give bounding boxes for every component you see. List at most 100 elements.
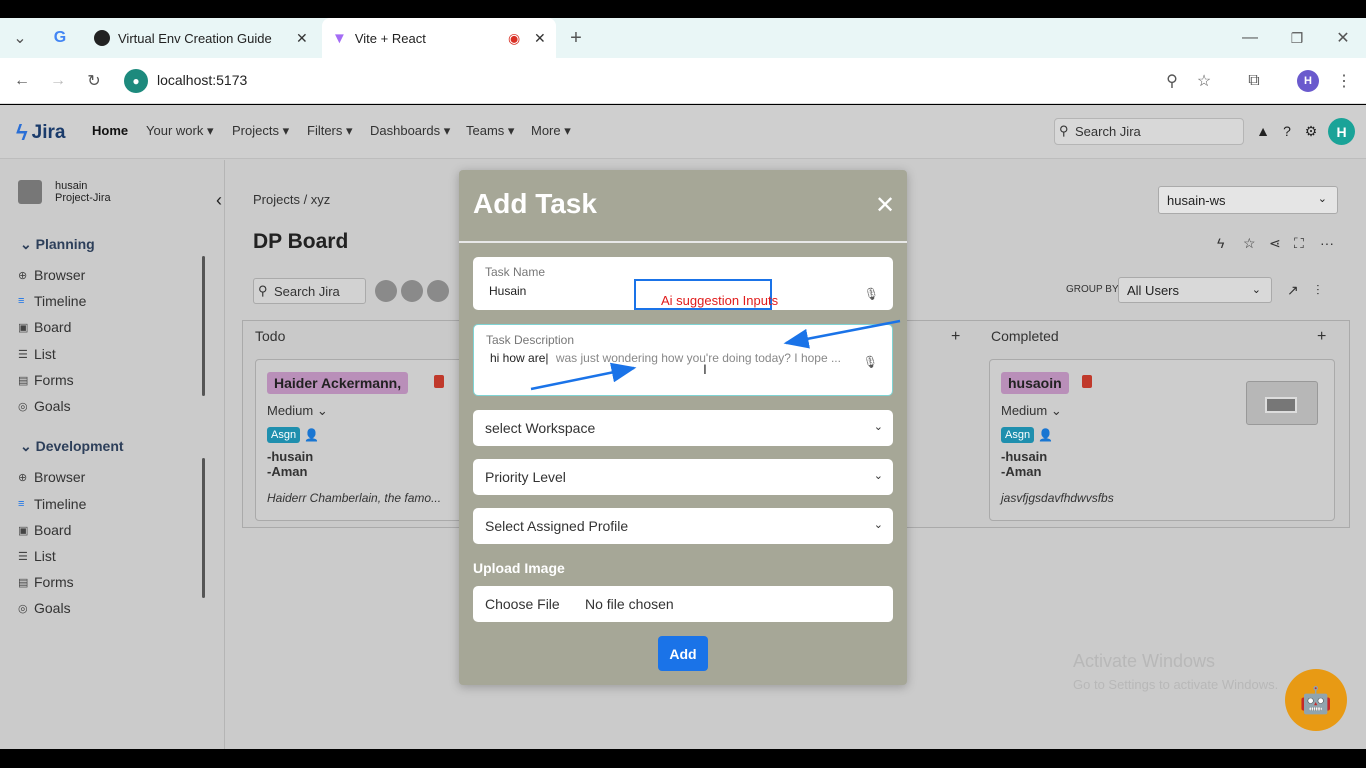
url-field[interactable]: localhost:5173 [157,72,247,88]
close-tab-icon[interactable]: ✕ [296,30,308,47]
share-icon[interactable]: ⋖ [1269,235,1281,252]
group-by-select[interactable]: All Users ⌄ [1118,277,1272,303]
choose-file-button[interactable]: Choose File [485,596,560,612]
sidebar-item-board[interactable]: ▣ Board [18,522,71,538]
nav-home[interactable]: Home [92,123,128,138]
nav-teams[interactable]: Teams ▾ [466,123,514,139]
page-title: DP Board [253,230,349,253]
task-name-value[interactable]: Husain [489,284,526,298]
task-card[interactable]: Haider Ackermann, Medium ⌄ Asgn 👤 -husai… [255,359,487,521]
sidebar-item-browser[interactable]: ⊕ Browser [18,469,85,485]
tab-list-chevron-icon[interactable]: ⌄ [8,26,32,50]
more-options-icon[interactable]: ··· [1320,235,1334,251]
select-placeholder: Priority Level [485,469,566,485]
ai-suggestion-text[interactable]: was just wondering how you're doing toda… [556,351,841,365]
list-icon: ☰ [18,550,28,563]
sidebar-collapse-icon[interactable]: ‹ [216,190,222,211]
google-tab-icon[interactable]: G [48,26,72,50]
file-input[interactable]: Choose File No file chosen [473,586,893,622]
add-task-button[interactable]: Add [658,636,708,671]
card-image-thumbnail[interactable] [1246,381,1318,425]
sidebar-item-forms[interactable]: ▤ Forms [18,372,74,388]
member-avatar[interactable] [427,280,449,302]
priority-dropdown[interactable]: Medium ⌄ [1001,403,1062,419]
jira-logo[interactable]: ϟ Jira [16,120,65,146]
nav-filters[interactable]: Filters ▾ [307,123,353,139]
breadcrumb[interactable]: Projects / xyz [253,192,330,207]
tab-virtual-env[interactable]: Virtual Env Creation Guide ✕ [90,18,320,58]
sidebar-item-board[interactable]: ▣ Board [18,319,71,335]
sidebar-item-goals[interactable]: ◎ Goals [18,398,71,414]
delete-trash-icon[interactable] [434,375,444,388]
assign-badge[interactable]: Asgn [267,427,301,443]
minimize-icon[interactable]: — [1238,26,1262,50]
task-description-field[interactable]: Task Description hi how are| was just wo… [473,324,893,396]
annotation-label: Ai suggestion Inputs [661,293,779,308]
tab-vite-react[interactable]: ▼ Vite + React ◉ ✕ [322,18,556,58]
workspace-select[interactable]: select Workspace ⌄ [473,410,893,446]
activate-windows-watermark: Activate Windows [1073,651,1216,671]
notification-icon[interactable]: ▲ [1254,122,1272,140]
fullscreen-icon[interactable]: ⛶ [1294,235,1304,252]
forms-icon: ▤ [18,576,29,589]
insights-chart-icon[interactable]: ↗ [1287,282,1299,299]
extensions-icon[interactable]: ⧉ [1242,69,1266,93]
settings-gear-icon[interactable]: ⚙ [1302,122,1320,140]
browser-menu-icon[interactable]: ⋮ [1332,69,1356,93]
nav-more[interactable]: More ▾ [531,123,571,139]
assigned-profile-select[interactable]: Select Assigned Profile ⌄ [473,508,893,544]
member-avatar[interactable] [375,280,397,302]
microphone-icon[interactable]: 🎙 [863,355,878,369]
bookmark-star-icon[interactable]: ☆ [1192,69,1216,93]
nav-your-work[interactable]: Your work ▾ [146,123,213,139]
assign-badge[interactable]: Asgn [1001,427,1035,443]
close-tab-icon[interactable]: ✕ [534,30,546,47]
automation-icon[interactable]: ϟ [1217,235,1224,251]
add-to-column-icon[interactable]: + [951,321,960,351]
sidebar-scrollbar[interactable] [202,458,205,598]
sidebar-item-timeline[interactable]: ≡ Timeline [18,293,86,309]
priority-dropdown[interactable]: Medium ⌄ [267,403,328,419]
add-person-icon[interactable]: 👤 [304,428,319,442]
group-by-value: All Users [1127,283,1180,298]
sidebar-scrollbar[interactable] [202,256,205,396]
sidebar-section-planning[interactable]: ⌄ Planning [20,236,95,253]
user-avatar[interactable]: H [1328,118,1355,145]
priority-select[interactable]: Priority Level ⌄ [473,459,893,495]
mic-site-icon[interactable]: ● [124,69,148,93]
chatbot-robot-icon[interactable]: 🤖 [1285,669,1347,731]
view-settings-icon[interactable]: ⫶ [1316,282,1320,299]
member-avatar[interactable] [401,280,423,302]
sidebar-item-browser[interactable]: ⊕ Browser [18,267,85,283]
jira-search-input[interactable]: ⚲ Search Jira [1054,118,1244,145]
sidebar-item-list[interactable]: ☰ List [18,346,56,362]
microphone-icon[interactable]: 🎙 [864,287,879,301]
board-search-input[interactable]: ⚲ Search Jira [253,278,366,304]
sidebar-item-forms[interactable]: ▤ Forms [18,574,74,590]
window-close-icon[interactable]: ✕ [1331,26,1355,50]
zoom-icon[interactable]: ⚲ [1160,69,1184,93]
tab-title: Vite + React [354,30,426,46]
back-icon[interactable]: ← [10,69,34,93]
sidebar-item-timeline[interactable]: ≡ Timeline [18,496,86,512]
sidebar-section-development[interactable]: ⌄ Development [20,438,124,455]
add-to-column-icon[interactable]: + [1317,321,1326,351]
star-icon[interactable]: ☆ [1243,235,1256,252]
browser-profile-avatar[interactable]: H [1297,70,1319,92]
nav-dashboards[interactable]: Dashboards ▾ [370,123,450,139]
task-card[interactable]: husaoin Medium ⌄ Asgn 👤 -husain -Aman ja… [989,359,1335,521]
item-label: Timeline [34,293,87,309]
address-bar: ← → ↻ ● localhost:5173 ⚲ ☆ ⧉ H ⋮ [0,58,1366,104]
delete-trash-icon[interactable] [1082,375,1092,388]
workspace-select[interactable]: husain-ws ⌄ [1158,186,1338,214]
add-person-icon[interactable]: 👤 [1038,428,1053,442]
sidebar-item-goals[interactable]: ◎ Goals [18,600,71,616]
sidebar-item-list[interactable]: ☰ List [18,548,56,564]
reload-icon[interactable]: ↻ [82,69,106,93]
close-icon[interactable]: ✕ [875,194,895,218]
new-tab-icon[interactable]: + [564,26,588,50]
restore-icon[interactable]: ❐ [1285,26,1309,50]
forward-icon[interactable]: → [46,69,70,93]
help-icon[interactable]: ? [1278,122,1296,140]
nav-projects[interactable]: Projects ▾ [232,123,289,139]
